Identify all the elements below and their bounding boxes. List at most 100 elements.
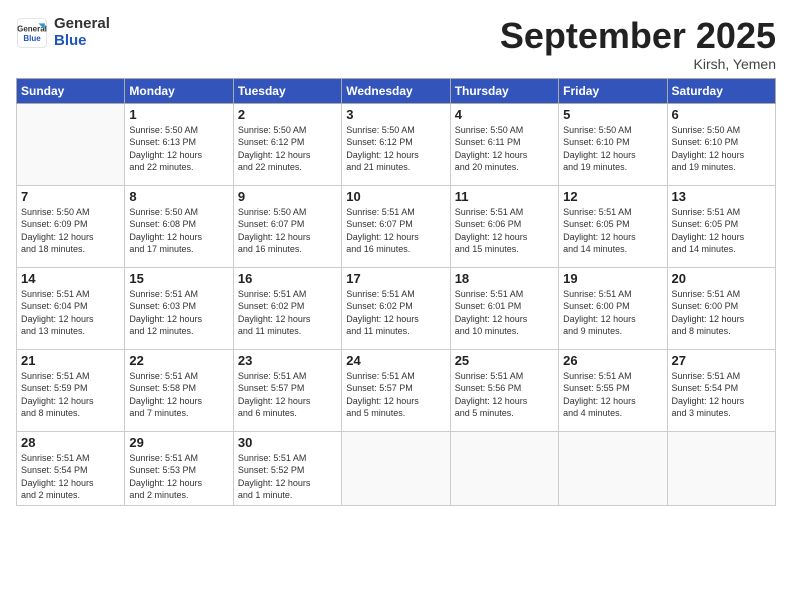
location: Kirsh, Yemen bbox=[500, 56, 776, 72]
day-info: Sunrise: 5:51 AM Sunset: 6:05 PM Dayligh… bbox=[672, 206, 771, 256]
day-number: 3 bbox=[346, 107, 445, 122]
cell-4-4: 24Sunrise: 5:51 AM Sunset: 5:57 PM Dayli… bbox=[342, 349, 450, 431]
day-number: 9 bbox=[238, 189, 337, 204]
col-sunday: Sunday bbox=[17, 78, 125, 103]
month-title: September 2025 bbox=[500, 16, 776, 56]
day-info: Sunrise: 5:51 AM Sunset: 5:55 PM Dayligh… bbox=[563, 370, 662, 420]
cell-3-3: 16 Sunrise: 5:51 AM Sunset: 6:02 PM Dayli… bbox=[233, 267, 341, 349]
day-number: 30 bbox=[238, 435, 337, 450]
cell-4-2: 22 Sunrise: 5:51 AM Sunset: 5:58 PM Dayli… bbox=[125, 349, 233, 431]
day-number: 23 bbox=[238, 353, 337, 368]
col-saturday: Saturday bbox=[667, 78, 775, 103]
day-number: 28 bbox=[21, 435, 120, 450]
day-number: 13 bbox=[672, 189, 771, 204]
col-tuesday: Tuesday bbox=[233, 78, 341, 103]
day-number: 29 bbox=[129, 435, 228, 450]
week-row-2: 7 Sunrise: 5:50 AM Sunset: 6:09 PM Daylig… bbox=[17, 185, 776, 267]
week-row-3: 14 Sunrise: 5:51 AM Sunset: 6:04 PM Dayli… bbox=[17, 267, 776, 349]
day-info: Sunrise: 5:51 AM Sunset: 6:06 PM Dayligh… bbox=[455, 206, 554, 256]
day-number: 11 bbox=[455, 189, 554, 204]
cell-3-7: 20 Sunrise: 5:51 AM Sunset: 6:00 PM Dayli… bbox=[667, 267, 775, 349]
cell-3-1: 14 Sunrise: 5:51 AM Sunset: 6:04 PM Dayli… bbox=[17, 267, 125, 349]
day-info: Sunrise: 5:50 AM Sunset: 6:11 PM Dayligh… bbox=[455, 124, 554, 174]
logo-icon: General Blue bbox=[16, 17, 48, 49]
cell-5-2: 29 Sunrise: 5:51 AM Sunset: 5:53 PM Dayli… bbox=[125, 431, 233, 505]
title-block: September 2025 Kirsh, Yemen bbox=[500, 16, 776, 72]
day-info: Sunrise: 5:51 AM Sunset: 5:58 PM Dayligh… bbox=[129, 370, 228, 420]
cell-2-5: 11 Sunrise: 5:51 AM Sunset: 6:06 PM Dayli… bbox=[450, 185, 558, 267]
cell-5-3: 30 Sunrise: 5:51 AM Sunset: 5:52 PM Dayli… bbox=[233, 431, 341, 505]
cell-5-6 bbox=[559, 431, 667, 505]
logo-text: General Blue bbox=[54, 16, 110, 49]
day-number: 2 bbox=[238, 107, 337, 122]
day-number: 17 bbox=[346, 271, 445, 286]
day-number: 6 bbox=[672, 107, 771, 122]
cell-1-6: 5Sunrise: 5:50 AM Sunset: 6:10 PM Daylig… bbox=[559, 103, 667, 185]
cell-2-3: 9 Sunrise: 5:50 AM Sunset: 6:07 PM Daylig… bbox=[233, 185, 341, 267]
week-row-1: 1 Sunrise: 5:50 AM Sunset: 6:13 PM Daylig… bbox=[17, 103, 776, 185]
cell-3-4: 17 Sunrise: 5:51 AM Sunset: 6:02 PM Dayli… bbox=[342, 267, 450, 349]
day-number: 8 bbox=[129, 189, 228, 204]
day-info: Sunrise: 5:51 AM Sunset: 6:04 PM Dayligh… bbox=[21, 288, 120, 338]
day-info: Sunrise: 5:50 AM Sunset: 6:07 PM Dayligh… bbox=[238, 206, 337, 256]
day-number: 20 bbox=[672, 271, 771, 286]
cell-2-1: 7 Sunrise: 5:50 AM Sunset: 6:09 PM Daylig… bbox=[17, 185, 125, 267]
day-info: Sunrise: 5:51 AM Sunset: 5:57 PM Dayligh… bbox=[238, 370, 337, 420]
week-row-5: 28Sunrise: 5:51 AM Sunset: 5:54 PM Dayli… bbox=[17, 431, 776, 505]
day-info: Sunrise: 5:51 AM Sunset: 5:59 PM Dayligh… bbox=[21, 370, 120, 420]
cell-4-1: 21 Sunrise: 5:51 AM Sunset: 5:59 PM Dayli… bbox=[17, 349, 125, 431]
day-info: Sunrise: 5:50 AM Sunset: 6:12 PM Dayligh… bbox=[238, 124, 337, 174]
day-info: Sunrise: 5:50 AM Sunset: 6:08 PM Dayligh… bbox=[129, 206, 228, 256]
day-info: Sunrise: 5:51 AM Sunset: 6:07 PM Dayligh… bbox=[346, 206, 445, 256]
day-number: 5 bbox=[563, 107, 662, 122]
day-number: 22 bbox=[129, 353, 228, 368]
day-number: 7 bbox=[21, 189, 120, 204]
cell-2-6: 12Sunrise: 5:51 AM Sunset: 6:05 PM Dayli… bbox=[559, 185, 667, 267]
logo-general-text: General bbox=[54, 16, 110, 33]
day-number: 10 bbox=[346, 189, 445, 204]
day-number: 12 bbox=[563, 189, 662, 204]
calendar-container: General Blue General Blue September 2025… bbox=[0, 0, 792, 514]
day-info: Sunrise: 5:51 AM Sunset: 6:00 PM Dayligh… bbox=[563, 288, 662, 338]
day-info: Sunrise: 5:51 AM Sunset: 6:02 PM Dayligh… bbox=[346, 288, 445, 338]
day-info: Sunrise: 5:50 AM Sunset: 6:12 PM Dayligh… bbox=[346, 124, 445, 174]
logo: General Blue General Blue bbox=[16, 16, 110, 49]
col-wednesday: Wednesday bbox=[342, 78, 450, 103]
col-friday: Friday bbox=[559, 78, 667, 103]
cell-3-5: 18 Sunrise: 5:51 AM Sunset: 6:01 PM Dayli… bbox=[450, 267, 558, 349]
day-number: 18 bbox=[455, 271, 554, 286]
cell-5-5 bbox=[450, 431, 558, 505]
day-number: 1 bbox=[129, 107, 228, 122]
cell-1-5: 4 Sunrise: 5:50 AM Sunset: 6:11 PM Daylig… bbox=[450, 103, 558, 185]
cell-4-5: 25Sunrise: 5:51 AM Sunset: 5:56 PM Dayli… bbox=[450, 349, 558, 431]
day-number: 21 bbox=[21, 353, 120, 368]
cell-2-2: 8 Sunrise: 5:50 AM Sunset: 6:08 PM Daylig… bbox=[125, 185, 233, 267]
cell-3-6: 19Sunrise: 5:51 AM Sunset: 6:00 PM Dayli… bbox=[559, 267, 667, 349]
day-info: Sunrise: 5:51 AM Sunset: 6:01 PM Dayligh… bbox=[455, 288, 554, 338]
cell-5-1: 28Sunrise: 5:51 AM Sunset: 5:54 PM Dayli… bbox=[17, 431, 125, 505]
day-number: 26 bbox=[563, 353, 662, 368]
day-info: Sunrise: 5:51 AM Sunset: 5:52 PM Dayligh… bbox=[238, 452, 337, 502]
day-info: Sunrise: 5:51 AM Sunset: 6:03 PM Dayligh… bbox=[129, 288, 228, 338]
day-number: 14 bbox=[21, 271, 120, 286]
svg-text:Blue: Blue bbox=[23, 34, 41, 43]
cell-4-6: 26 Sunrise: 5:51 AM Sunset: 5:55 PM Dayli… bbox=[559, 349, 667, 431]
calendar-table: Sunday Monday Tuesday Wednesday Thursday… bbox=[16, 78, 776, 506]
header-row: Sunday Monday Tuesday Wednesday Thursday… bbox=[17, 78, 776, 103]
day-info: Sunrise: 5:51 AM Sunset: 6:02 PM Dayligh… bbox=[238, 288, 337, 338]
cell-2-7: 13 Sunrise: 5:51 AM Sunset: 6:05 PM Dayli… bbox=[667, 185, 775, 267]
day-number: 16 bbox=[238, 271, 337, 286]
logo-blue-text: Blue bbox=[54, 33, 110, 50]
cell-1-1 bbox=[17, 103, 125, 185]
day-info: Sunrise: 5:50 AM Sunset: 6:09 PM Dayligh… bbox=[21, 206, 120, 256]
day-number: 4 bbox=[455, 107, 554, 122]
day-info: Sunrise: 5:51 AM Sunset: 5:53 PM Dayligh… bbox=[129, 452, 228, 502]
cell-3-2: 15Sunrise: 5:51 AM Sunset: 6:03 PM Dayli… bbox=[125, 267, 233, 349]
day-number: 24 bbox=[346, 353, 445, 368]
cell-5-7 bbox=[667, 431, 775, 505]
day-info: Sunrise: 5:51 AM Sunset: 6:00 PM Dayligh… bbox=[672, 288, 771, 338]
col-monday: Monday bbox=[125, 78, 233, 103]
week-row-4: 21 Sunrise: 5:51 AM Sunset: 5:59 PM Dayli… bbox=[17, 349, 776, 431]
day-info: Sunrise: 5:50 AM Sunset: 6:13 PM Dayligh… bbox=[129, 124, 228, 174]
day-info: Sunrise: 5:51 AM Sunset: 5:56 PM Dayligh… bbox=[455, 370, 554, 420]
